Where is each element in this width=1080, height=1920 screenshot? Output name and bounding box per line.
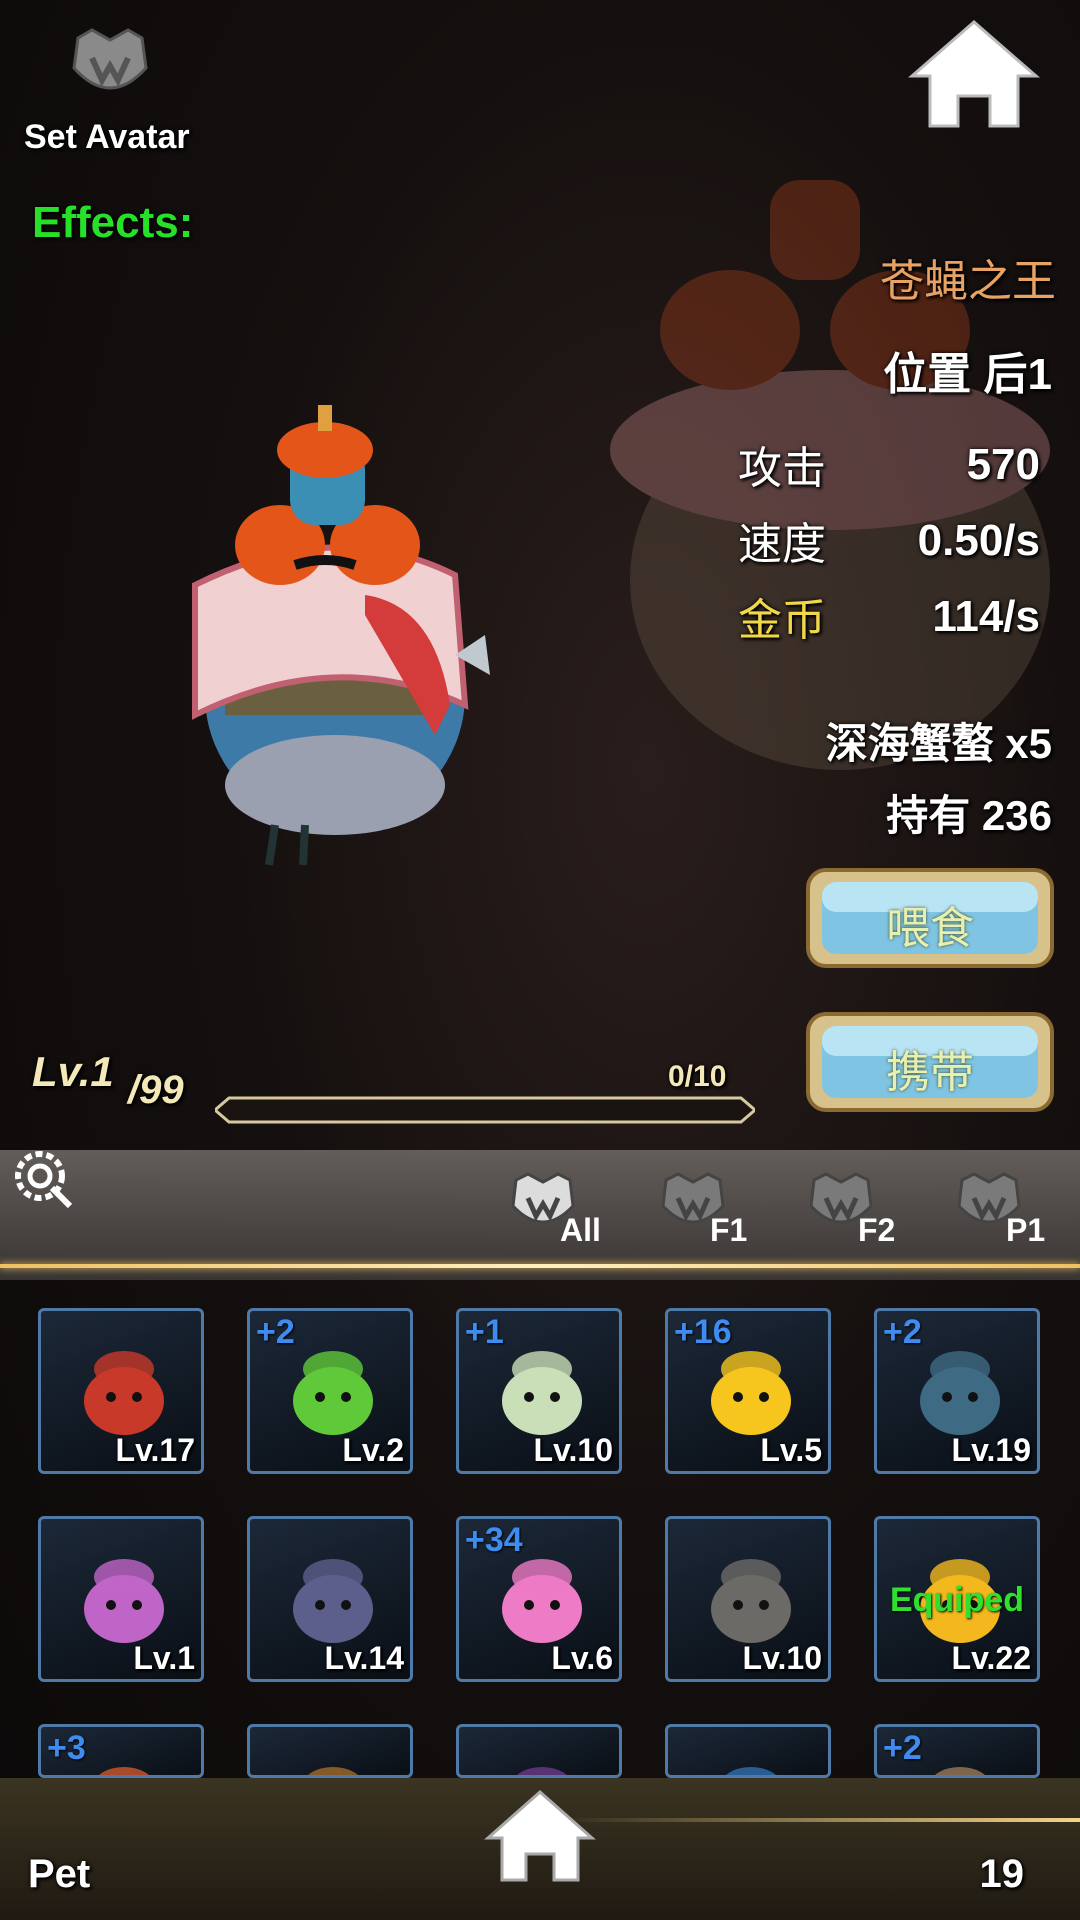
pet-level: Lv.1 <box>32 1048 114 1095</box>
stat-value: 570 <box>966 440 1040 489</box>
plus-badge: +2 <box>883 1313 922 1351</box>
pet-card[interactable]: +2 <box>874 1724 1040 1778</box>
exp-bar <box>215 1096 755 1124</box>
pet-card[interactable] <box>665 1724 831 1778</box>
owned-count: 持有 236 <box>886 792 1052 839</box>
blue-creature-icon <box>726 1767 776 1775</box>
pet-tab-label[interactable]: Pet <box>28 1852 90 1897</box>
stat-label: 攻击 <box>738 444 826 493</box>
pet-card[interactable]: Lv.1 <box>38 1516 204 1682</box>
pet-card[interactable] <box>247 1724 413 1778</box>
pet-card[interactable]: Lv.17 <box>38 1308 204 1474</box>
filter-tab-f2[interactable]: F2 <box>808 1170 928 1250</box>
pet-card[interactable]: +2 Lv.19 <box>874 1308 1040 1474</box>
filter-tab-label: F2 <box>858 1212 896 1248</box>
exp-text: 0/10 <box>668 1060 727 1093</box>
filter-tab-all[interactable]: All <box>510 1170 630 1250</box>
pet-card-level: Lv.10 <box>533 1432 613 1468</box>
pet-card[interactable]: +2 Lv.2 <box>247 1308 413 1474</box>
pet-position: 位置 后1 <box>883 350 1052 399</box>
pet-card-level: Lv.17 <box>115 1432 195 1468</box>
pet-card-level: Lv.14 <box>324 1640 404 1676</box>
pet-card[interactable]: Lv.14 <box>247 1516 413 1682</box>
carry-button[interactable]: 携带 <box>800 1006 1060 1118</box>
pet-card[interactable]: Equiped Lv.22 <box>874 1516 1040 1682</box>
pet-card-level: Lv.2 <box>342 1432 404 1468</box>
pet-count: 19 <box>979 1852 1025 1896</box>
pet-card[interactable]: +16 Lv.5 <box>665 1308 831 1474</box>
plus-badge: +2 <box>883 1729 922 1767</box>
equipped-label: Equiped <box>889 1581 1025 1619</box>
brown-creature-icon <box>308 1767 358 1775</box>
filter-bar-divider <box>0 1264 1080 1268</box>
stat-value: 0.50/s <box>917 516 1040 565</box>
pet-card-level: Lv.19 <box>951 1432 1031 1468</box>
stat-value: 114/s <box>932 592 1040 641</box>
filter-tab-label: P1 <box>1006 1212 1046 1248</box>
plus-badge: +1 <box>465 1313 504 1351</box>
feed-button-label: 喂食 <box>886 904 974 953</box>
plus-badge: +16 <box>674 1313 732 1351</box>
filter-tab-label: F1 <box>710 1212 748 1248</box>
pet-card-level: Lv.10 <box>742 1640 822 1676</box>
pet-level-max: /99 <box>128 1068 184 1112</box>
filter-tab-f1[interactable]: F1 <box>660 1170 780 1250</box>
plus-badge: +34 <box>465 1521 523 1559</box>
set-avatar-label[interactable]: Set Avatar <box>24 118 190 157</box>
plus-badge: +2 <box>256 1313 295 1351</box>
pet-card[interactable]: Lv.10 <box>665 1516 831 1682</box>
plus-badge: +3 <box>47 1729 86 1767</box>
pet-card-level: Lv.1 <box>133 1640 195 1676</box>
stat-label: 金币 <box>738 596 826 645</box>
effects-label: Effects: <box>32 198 194 247</box>
filter-tab-label: All <box>560 1212 601 1248</box>
pet-card-level: Lv.22 <box>951 1640 1031 1676</box>
stat-label: 速度 <box>738 520 826 569</box>
avatar-icon[interactable] <box>70 28 150 100</box>
home-icon[interactable] <box>484 1788 596 1884</box>
bottom-bar-accent <box>560 1818 1080 1822</box>
pet-card[interactable]: +1 Lv.10 <box>456 1308 622 1474</box>
pet-name: 苍蝇之王 <box>880 257 1056 306</box>
carry-button-label: 携带 <box>886 1048 974 1097</box>
pet-card-level: Lv.6 <box>551 1640 613 1676</box>
home-icon[interactable] <box>908 18 1040 130</box>
pet-card[interactable] <box>456 1724 622 1778</box>
pet-card-level: Lv.5 <box>760 1432 822 1468</box>
filter-tab-p1[interactable]: P1 <box>956 1170 1076 1250</box>
pet-card[interactable]: +34 Lv.6 <box>456 1516 622 1682</box>
feed-material: 深海蟹螯 x5 <box>825 720 1052 767</box>
pet-portrait <box>192 405 490 866</box>
pet-card[interactable]: +3 <box>38 1724 204 1778</box>
feed-button[interactable]: 喂食 <box>800 862 1060 974</box>
purple-creature-icon <box>517 1767 567 1775</box>
settings-gear-icon[interactable] <box>10 1146 76 1212</box>
